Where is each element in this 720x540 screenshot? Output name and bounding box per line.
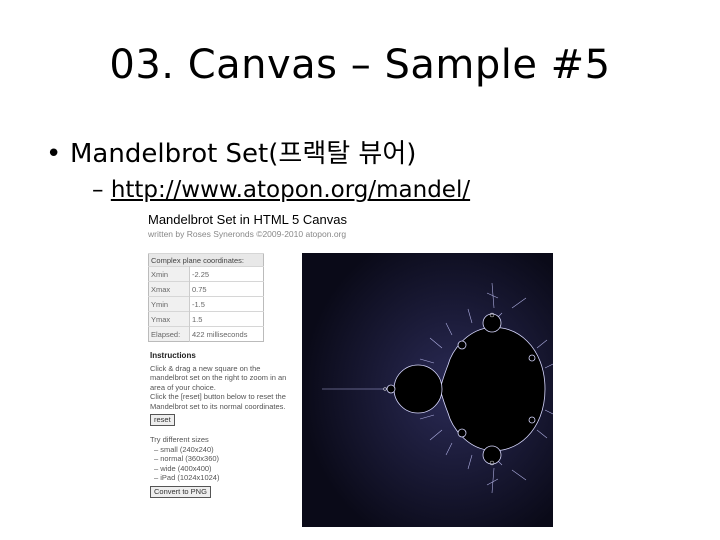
table-row: Xmax 0.75 xyxy=(148,281,264,297)
size-link[interactable]: – normal (360x360) xyxy=(150,454,298,464)
mandel-link[interactable]: http://www.atopon.org/mandel/ xyxy=(111,177,470,203)
coord-value: -1.5 xyxy=(189,296,264,312)
sizes-heading: Try different sizes xyxy=(150,435,209,444)
coord-label: Xmax xyxy=(148,281,190,297)
screenshot-title: Mandelbrot Set in HTML 5 Canvas xyxy=(148,212,347,227)
coord-label: Xmin xyxy=(148,266,190,282)
coord-value: -2.25 xyxy=(189,266,264,282)
instructions-text: Click the [reset] button below to reset … xyxy=(150,392,286,411)
coordinates-header: Complex plane coordinates: xyxy=(148,253,264,267)
reset-button[interactable]: reset xyxy=(150,414,175,426)
table-row: Elapsed: 422 milliseconds xyxy=(148,326,264,342)
sub-dash: – xyxy=(92,177,104,203)
instructions-panel: Instructions Click & drag a new square o… xyxy=(150,351,298,501)
table-row: Xmin -2.25 xyxy=(148,266,264,282)
size-link[interactable]: – small (240x240) xyxy=(150,445,298,455)
convert-png-button[interactable]: Convert to PNG xyxy=(150,485,211,498)
slide-title: 03. Canvas – Sample #5 xyxy=(109,42,611,88)
coord-label: Ymin xyxy=(148,296,190,312)
coord-value: 422 milliseconds xyxy=(189,326,264,342)
size-link[interactable]: – iPad (1024x1024) xyxy=(150,473,298,483)
screenshot-subtitle: written by Roses Syneronds ©2009-2010 at… xyxy=(148,229,347,239)
coordinates-header-row: Complex plane coordinates: xyxy=(148,253,264,267)
sub-bullet: – http://www.atopon.org/mandel/ xyxy=(92,177,470,203)
coordinates-table: Complex plane coordinates: Xmin -2.25 Xm… xyxy=(148,253,264,342)
mandelbrot-canvas[interactable] xyxy=(302,253,553,527)
coord-value: 0.75 xyxy=(189,281,264,297)
table-row: Ymin -1.5 xyxy=(148,296,264,312)
bullet-item: • Mandelbrot Set(프랙탈 뷰어) xyxy=(46,133,416,170)
coord-value: 1.5 xyxy=(189,311,264,327)
coord-label: Elapsed: xyxy=(148,326,190,342)
bullet-dot: • xyxy=(46,139,62,169)
size-link[interactable]: – wide (400x400) xyxy=(150,464,298,474)
table-row: Ymax 1.5 xyxy=(148,311,264,327)
instructions-heading: Instructions xyxy=(150,351,196,360)
coord-label: Ymax xyxy=(148,311,190,327)
instructions-text: Click & drag a new square on the mandelb… xyxy=(150,363,287,392)
sizes-list: Try different sizes – small (240x240) – … xyxy=(150,435,298,483)
bullet-text: Mandelbrot Set(프랙탈 뷰어) xyxy=(70,139,417,169)
